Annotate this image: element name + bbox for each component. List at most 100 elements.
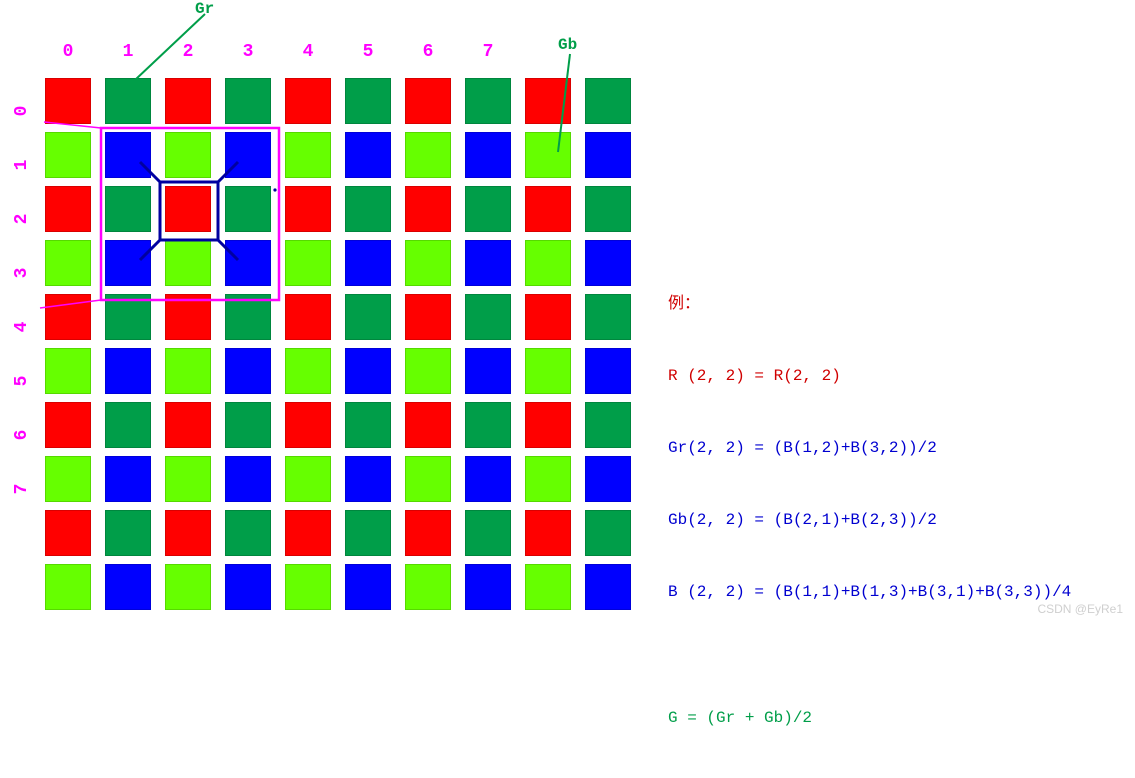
- cell-Gr: [345, 294, 391, 340]
- cell-B: [105, 348, 151, 394]
- cell-B: [465, 132, 511, 178]
- cell-Gr: [105, 186, 151, 232]
- cell-R: [165, 510, 211, 556]
- cell-B: [225, 132, 271, 178]
- cell-Gb: [165, 132, 211, 178]
- cell-B: [465, 456, 511, 502]
- cell-R: [405, 294, 451, 340]
- formula-r: R (2, 2) = R(2, 2): [668, 364, 1071, 388]
- cell-Gr: [225, 186, 271, 232]
- row-label: 0: [0, 99, 45, 123]
- cell-R: [45, 294, 91, 340]
- cell-R: [525, 402, 571, 448]
- cell-R: [285, 294, 331, 340]
- row-label: 1: [0, 153, 45, 177]
- cell-R: [525, 294, 571, 340]
- cell-Gb: [525, 564, 571, 610]
- cell-Gr: [465, 294, 511, 340]
- cell-B: [345, 240, 391, 286]
- cell-B: [105, 456, 151, 502]
- cell-R: [405, 402, 451, 448]
- cell-B: [585, 132, 631, 178]
- cell-R: [165, 402, 211, 448]
- cell-Gb: [45, 456, 91, 502]
- cell-B: [585, 240, 631, 286]
- cell-Gr: [585, 402, 631, 448]
- cell-Gb: [525, 132, 571, 178]
- cell-B: [465, 240, 511, 286]
- cell-R: [165, 294, 211, 340]
- cell-Gr: [465, 402, 511, 448]
- cell-Gr: [225, 78, 271, 124]
- col-label: 7: [465, 42, 511, 62]
- col-label: 5: [345, 42, 391, 62]
- cell-Gb: [45, 240, 91, 286]
- cell-R: [45, 78, 91, 124]
- cell-Gb: [525, 348, 571, 394]
- row-label: 4: [0, 315, 45, 339]
- cell-B: [345, 456, 391, 502]
- cell-Gr: [465, 186, 511, 232]
- cell-Gb: [525, 240, 571, 286]
- cell-Gr: [345, 510, 391, 556]
- cell-B: [105, 240, 151, 286]
- formula-gr: Gr(2, 2) = (B(1,2)+B(3,2))/2: [668, 436, 1071, 460]
- cell-Gb: [45, 348, 91, 394]
- cell-R: [285, 78, 331, 124]
- cell-Gb: [45, 132, 91, 178]
- gb-annotation: Gb: [558, 36, 577, 54]
- cell-Gb: [165, 240, 211, 286]
- cell-B: [465, 564, 511, 610]
- cell-Gb: [405, 456, 451, 502]
- formula-g: G = (Gr + Gb)/2: [668, 706, 1071, 730]
- cell-R: [285, 510, 331, 556]
- cell-Gb: [45, 564, 91, 610]
- cell-B: [345, 132, 391, 178]
- col-label: 6: [405, 42, 451, 62]
- cell-Gr: [225, 402, 271, 448]
- cell-B: [585, 456, 631, 502]
- formula-gb: Gb(2, 2) = (B(2,1)+B(2,3))/2: [668, 508, 1071, 532]
- cell-B: [345, 564, 391, 610]
- bayer-grid: [45, 78, 645, 618]
- cell-Gb: [405, 564, 451, 610]
- cell-R: [165, 78, 211, 124]
- cell-Gr: [105, 510, 151, 556]
- cell-Gb: [525, 456, 571, 502]
- col-label: 0: [45, 42, 91, 62]
- cell-Gb: [285, 564, 331, 610]
- cell-B: [585, 348, 631, 394]
- column-axis: 01234567: [45, 42, 645, 68]
- formula-b: B (2, 2) = (B(1,1)+B(1,3)+B(3,1)+B(3,3))…: [668, 580, 1071, 604]
- cell-R: [285, 402, 331, 448]
- cell-R: [525, 510, 571, 556]
- cell-R: [165, 186, 211, 232]
- row-label: 2: [0, 207, 45, 231]
- cell-B: [105, 132, 151, 178]
- cell-B: [225, 240, 271, 286]
- cell-R: [525, 186, 571, 232]
- cell-Gb: [285, 240, 331, 286]
- cell-Gr: [465, 78, 511, 124]
- cell-Gr: [585, 186, 631, 232]
- row-label: 5: [0, 369, 45, 393]
- cell-R: [45, 510, 91, 556]
- cell-R: [405, 510, 451, 556]
- cell-Gb: [165, 456, 211, 502]
- cell-Gb: [285, 456, 331, 502]
- cell-R: [525, 78, 571, 124]
- cell-Gb: [405, 348, 451, 394]
- cell-R: [405, 186, 451, 232]
- cell-Gb: [165, 564, 211, 610]
- row-label: 3: [0, 261, 45, 285]
- row-label: 6: [0, 423, 45, 447]
- cell-R: [45, 186, 91, 232]
- cell-Gr: [105, 78, 151, 124]
- cell-B: [225, 564, 271, 610]
- cell-Gb: [405, 240, 451, 286]
- cell-B: [345, 348, 391, 394]
- col-label: 2: [165, 42, 211, 62]
- cell-Gr: [585, 78, 631, 124]
- cell-B: [465, 348, 511, 394]
- gr-annotation: Gr: [195, 0, 214, 18]
